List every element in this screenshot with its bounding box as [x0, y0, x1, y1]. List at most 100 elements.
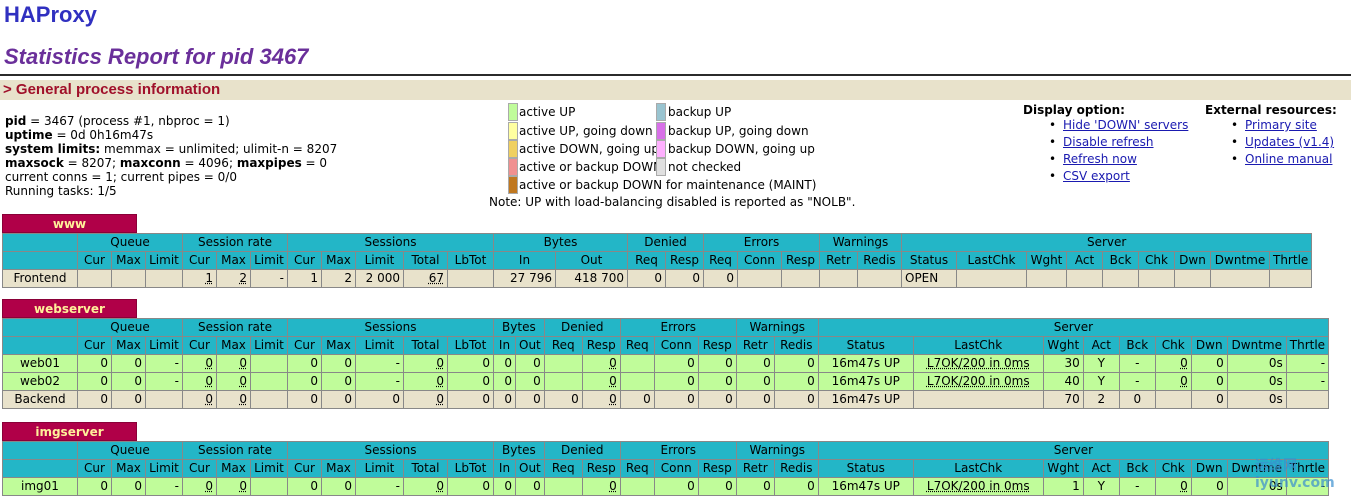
hover-value[interactable]: 0: [1180, 479, 1188, 493]
column-header: Dwn: [1190, 336, 1228, 355]
limits-label: system limits:: [5, 142, 101, 156]
hover-value[interactable]: 0: [239, 392, 247, 406]
hover-value[interactable]: 0: [1180, 356, 1188, 370]
hover-value[interactable]: 0: [205, 479, 213, 493]
hover-value[interactable]: 1: [205, 271, 213, 285]
table-cell: 0: [77, 354, 112, 373]
hover-value[interactable]: 0: [205, 392, 213, 406]
lastchk-value[interactable]: L7OK/200 in 0ms: [927, 356, 1030, 370]
hover-value[interactable]: 0: [609, 356, 617, 370]
column-header: Cur: [77, 251, 112, 270]
table-cell: 0: [627, 269, 666, 288]
table-cell: 0: [287, 372, 322, 391]
column-header: Resp: [697, 336, 737, 355]
column-header: Max: [321, 336, 356, 355]
hover-value[interactable]: 0: [436, 479, 444, 493]
hover-value[interactable]: 0: [239, 356, 247, 370]
hover-value[interactable]: 0: [205, 356, 213, 370]
column-header: Req: [543, 336, 583, 355]
process-info: pid = 3467 (process #1, nbproc = 1) upti…: [5, 114, 337, 198]
column-header: In: [493, 251, 556, 270]
table-cell: 0: [697, 477, 737, 496]
hover-value[interactable]: 0: [205, 374, 213, 388]
column-header: Dwn: [1190, 459, 1228, 478]
table-cell: [956, 269, 1027, 288]
table-cell: -: [145, 477, 183, 496]
hover-value[interactable]: 67: [429, 271, 444, 285]
updates-link[interactable]: Updates (v1.4): [1245, 135, 1334, 149]
table-row[interactable]: web02 0 0-0 0 0 0-0 0 0 0 0 0 0 0 0 16m47s UP L7OK/200 …: [2, 372, 1330, 391]
table-cell: 0: [321, 390, 356, 409]
column-header: LbTot: [447, 251, 494, 270]
hover-value[interactable]: 0: [436, 356, 444, 370]
table-row[interactable]: Frontend 1 2-1 2 2 000 67 27 796 418 700 0 0 0 OPEN: [2, 269, 1313, 288]
external-resources-heading: External resources:: [1205, 103, 1337, 117]
column-header: Req: [627, 251, 666, 270]
column-group-header: Server: [817, 441, 1330, 460]
table-row[interactable]: img01 0 0-0 0 0 0-0 0 0 0 0 0 0 0 0 16m47s UP L7OK/200 …: [2, 477, 1330, 496]
csv-export-link[interactable]: CSV export: [1063, 169, 1130, 183]
table-cell: 0: [321, 354, 356, 373]
column-group-header: Sessions: [287, 233, 494, 252]
table-cell: 0: [1154, 477, 1192, 496]
column-header: Dwntme: [1226, 336, 1287, 355]
legend-active-down-going-up: active DOWN, going up: [519, 142, 659, 156]
column-header: Chk: [1154, 336, 1192, 355]
hover-value[interactable]: 0: [609, 392, 617, 406]
legend-active-up: active UP: [519, 105, 576, 119]
hover-value[interactable]: 0: [609, 479, 617, 493]
hover-value[interactable]: 0: [239, 479, 247, 493]
watermark: 运维网 iyunv.com: [1255, 458, 1335, 491]
table-row[interactable]: Backend 0 0 0 0 0 0 0 0 0 0 0 0 0 0 0 0 0 0 16m47s UP 70 2 0 0 0…: [2, 390, 1330, 409]
proxy-name-tab[interactable]: imgserver: [2, 422, 137, 441]
column-header: Limit: [355, 459, 404, 478]
table-cell: [250, 354, 288, 373]
table-cell: 16m47s UP: [817, 354, 914, 373]
maxpipes-value: = 0: [301, 156, 328, 170]
column-header: Redis: [857, 251, 902, 270]
hover-value[interactable]: 0: [1180, 374, 1188, 388]
lastchk-value[interactable]: L7OK/200 in 0ms: [927, 374, 1030, 388]
table-cell: [1210, 269, 1270, 288]
column-header: LastChk: [956, 251, 1027, 270]
disable-refresh-link[interactable]: Disable refresh: [1063, 135, 1154, 149]
column-header: Total: [403, 251, 448, 270]
column-header: Redis: [773, 459, 819, 478]
column-header: Thrtle: [1268, 251, 1313, 270]
hide-down-servers-link[interactable]: Hide 'DOWN' servers: [1063, 118, 1188, 132]
table-cell: [1102, 269, 1139, 288]
column-header: Chk: [1138, 251, 1175, 270]
hover-value[interactable]: 0: [436, 392, 444, 406]
section-title: > General process information: [3, 81, 221, 98]
hover-value[interactable]: 2: [239, 271, 247, 285]
hover-value[interactable]: 0: [436, 374, 444, 388]
column-header: Max: [111, 336, 146, 355]
table-cell: 0: [735, 354, 775, 373]
table-cell: OPEN: [901, 269, 957, 288]
lastchk-value[interactable]: L7OK/200 in 0ms: [927, 479, 1030, 493]
column-header: LbTot: [447, 336, 494, 355]
table-cell: -: [1118, 354, 1156, 373]
table-cell: 0: [182, 354, 217, 373]
table-cell: -: [355, 372, 404, 391]
column-header: Out: [515, 336, 545, 355]
table-cell: 0: [773, 372, 819, 391]
table-cell: L7OK/200 in 0ms: [912, 477, 1044, 496]
table-cell: 2: [1082, 390, 1120, 409]
proxy-name-tab[interactable]: webserver: [2, 299, 137, 318]
column-header: Status: [817, 336, 914, 355]
table-row[interactable]: web01 0 0-0 0 0 0-0 0 0 0 0 0 0 0 0 16m47s UP L7OK/200 …: [2, 354, 1330, 373]
table-cell: L7OK/200 in 0ms: [912, 354, 1044, 373]
list-item: Refresh now: [1023, 151, 1188, 168]
online-manual-link[interactable]: Online manual: [1245, 152, 1332, 166]
swatch-active-up: [508, 103, 518, 121]
table-cell: 2 000: [355, 269, 404, 288]
hover-value[interactable]: 0: [609, 374, 617, 388]
proxy-name-tab[interactable]: www: [2, 214, 137, 233]
primary-site-link[interactable]: Primary site: [1245, 118, 1317, 132]
table-cell: 0: [321, 372, 356, 391]
refresh-now-link[interactable]: Refresh now: [1063, 152, 1137, 166]
tasks-info: Running tasks: 1/5: [5, 184, 117, 198]
hover-value[interactable]: 0: [239, 374, 247, 388]
table-cell: 30: [1042, 354, 1084, 373]
